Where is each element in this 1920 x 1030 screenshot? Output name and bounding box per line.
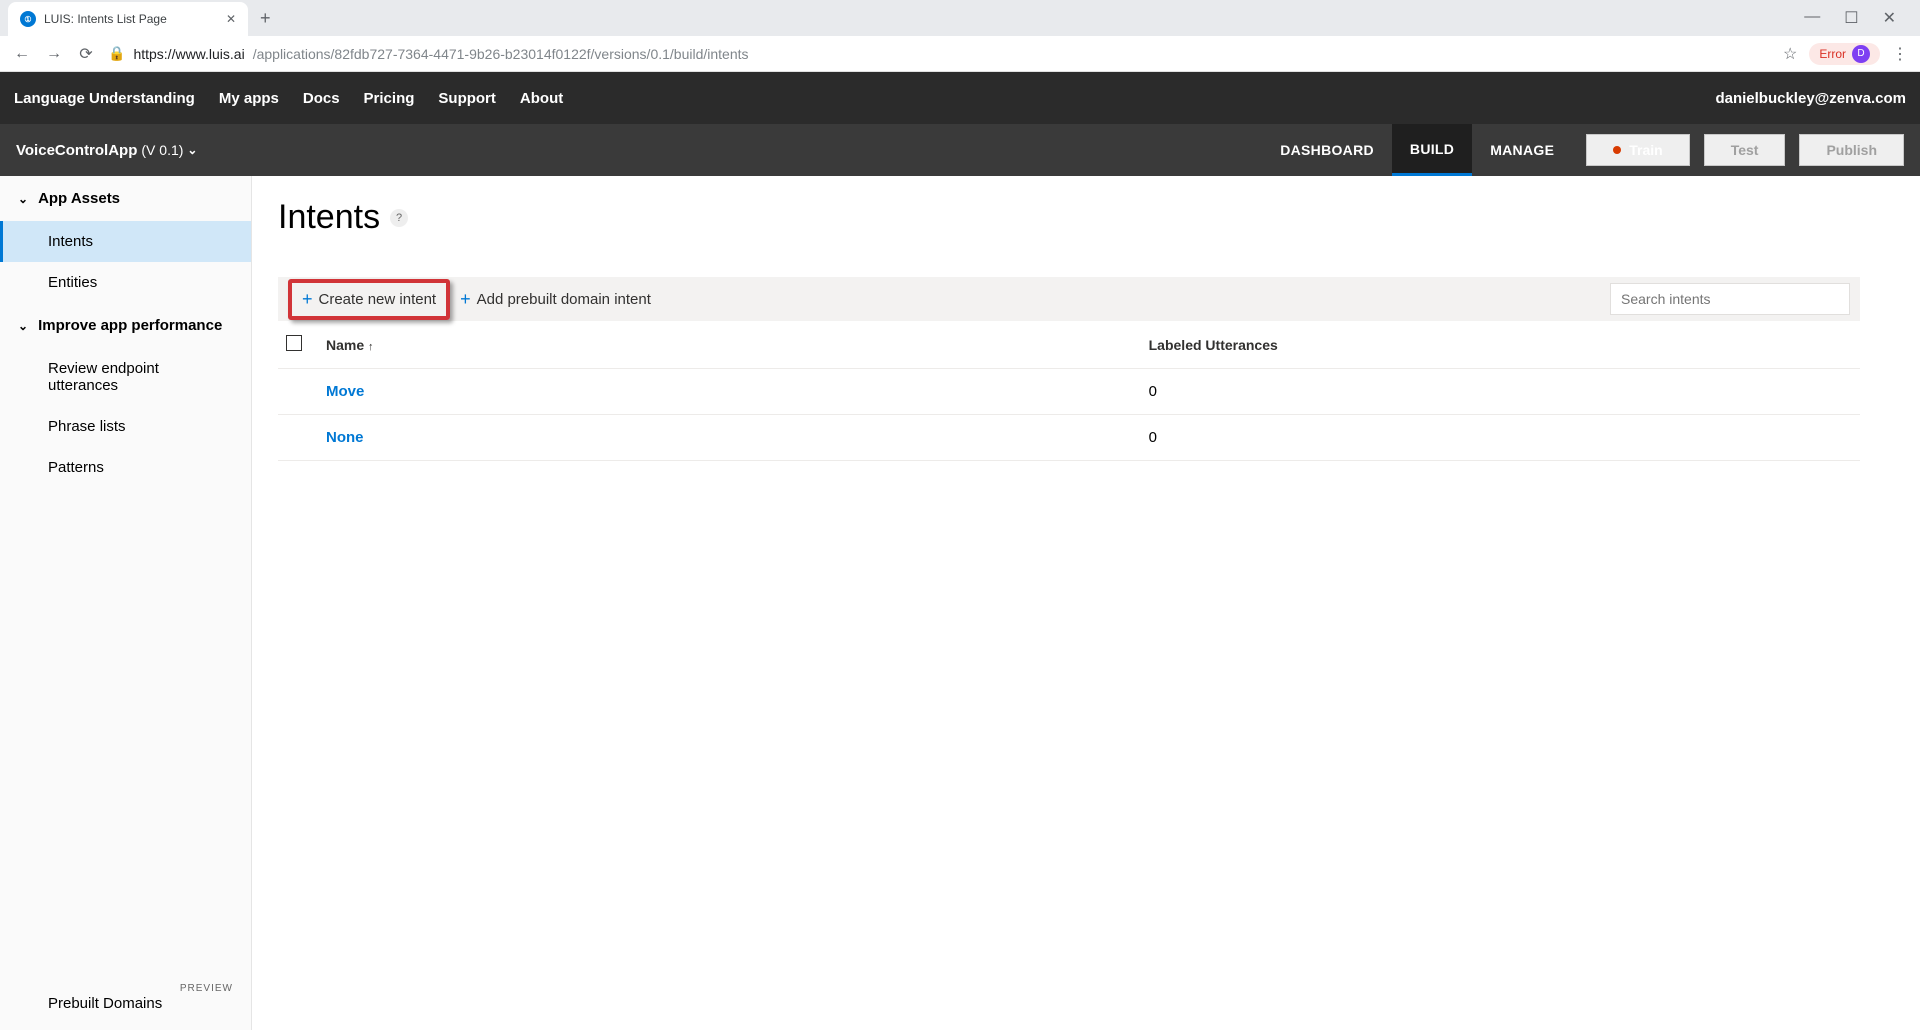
sidebar-group-improve[interactable]: ⌄ Improve app performance bbox=[0, 303, 251, 348]
preview-tag: PREVIEW bbox=[180, 983, 233, 994]
sidebar-item-review[interactable]: Review endpoint utterances bbox=[0, 348, 251, 406]
chevron-down-icon: ⌄ bbox=[18, 319, 28, 333]
page-title: Intents ? bbox=[278, 198, 1860, 237]
nav-support[interactable]: Support bbox=[438, 90, 496, 107]
top-nav: Language Understanding My apps Docs Pric… bbox=[0, 72, 1920, 124]
url-field[interactable]: 🔒 https://www.luis.ai/applications/82fdb… bbox=[108, 45, 1771, 62]
utterance-count: 0 bbox=[1141, 415, 1860, 461]
avatar: D bbox=[1852, 45, 1870, 63]
train-button[interactable]: Train bbox=[1586, 134, 1689, 166]
brand[interactable]: Language Understanding bbox=[14, 90, 195, 107]
select-all-checkbox[interactable] bbox=[286, 335, 302, 351]
status-dot-icon bbox=[1613, 146, 1621, 154]
nav-myapps[interactable]: My apps bbox=[219, 90, 279, 107]
app-version: (V 0.1) bbox=[141, 142, 183, 158]
star-icon[interactable]: ☆ bbox=[1783, 44, 1797, 64]
browser-tabbar: ① LUIS: Intents List Page ✕ + — ☐ ✕ bbox=[0, 0, 1920, 36]
window-controls: — ☐ ✕ bbox=[1804, 8, 1912, 28]
toolbar: + Create new intent + Add prebuilt domai… bbox=[278, 277, 1860, 321]
url-path: /applications/82fdb727-7364-4471-9b26-b2… bbox=[253, 46, 749, 62]
intent-link[interactable]: None bbox=[318, 415, 1141, 461]
col-name[interactable]: Name ↑ bbox=[326, 337, 374, 353]
lock-icon: 🔒 bbox=[108, 45, 125, 62]
plus-icon: + bbox=[460, 289, 471, 310]
app-name: VoiceControlApp bbox=[16, 142, 137, 159]
sidebar-item-patterns[interactable]: Patterns bbox=[0, 447, 251, 488]
reload-icon[interactable]: ⟳ bbox=[76, 44, 96, 64]
sidebar: ⌄ App Assets Intents Entities ⌄ Improve … bbox=[0, 176, 252, 1030]
help-icon[interactable]: ? bbox=[390, 209, 408, 227]
newtab-button[interactable]: + bbox=[260, 8, 271, 29]
sidebar-item-phrase[interactable]: Phrase lists bbox=[0, 406, 251, 447]
minimize-icon[interactable]: — bbox=[1804, 8, 1820, 28]
chevron-down-icon: ⌄ bbox=[18, 192, 28, 206]
add-prebuilt-button[interactable]: + Add prebuilt domain intent bbox=[450, 283, 661, 316]
search-input[interactable] bbox=[1610, 283, 1850, 315]
favicon: ① bbox=[20, 11, 36, 27]
plus-icon: + bbox=[302, 289, 313, 310]
sidebar-item-intents[interactable]: Intents bbox=[0, 221, 251, 262]
nav-docs[interactable]: Docs bbox=[303, 90, 340, 107]
main-content: Intents ? + Create new intent + Add preb… bbox=[252, 176, 1920, 1030]
intent-link[interactable]: Move bbox=[318, 369, 1141, 415]
sub-nav: VoiceControlApp (V 0.1) ⌄ DASHBOARD BUIL… bbox=[0, 124, 1920, 176]
sort-asc-icon: ↑ bbox=[368, 341, 374, 353]
intents-table: Name ↑ Labeled Utterances Move 0 None 0 bbox=[278, 321, 1860, 461]
nav-about[interactable]: About bbox=[520, 90, 563, 107]
close-window-icon[interactable]: ✕ bbox=[1883, 8, 1896, 28]
forward-icon[interactable]: → bbox=[44, 45, 64, 63]
close-icon[interactable]: ✕ bbox=[226, 12, 236, 26]
chevron-down-icon: ⌄ bbox=[187, 143, 197, 157]
url-host: https://www.luis.ai bbox=[133, 46, 244, 62]
kebab-icon[interactable]: ⋮ bbox=[1892, 44, 1908, 64]
table-row: None 0 bbox=[278, 415, 1860, 461]
tab-build[interactable]: BUILD bbox=[1392, 124, 1472, 176]
browser-tab[interactable]: ① LUIS: Intents List Page ✕ bbox=[8, 2, 248, 36]
sidebar-item-prebuilt[interactable]: PREVIEW Prebuilt Domains bbox=[0, 987, 251, 1030]
test-button[interactable]: Test bbox=[1704, 134, 1786, 166]
col-utterances[interactable]: Labeled Utterances bbox=[1141, 321, 1860, 369]
table-row: Move 0 bbox=[278, 369, 1860, 415]
sidebar-item-entities[interactable]: Entities bbox=[0, 262, 251, 303]
user-email[interactable]: danielbuckley@zenva.com bbox=[1715, 90, 1906, 107]
back-icon[interactable]: ← bbox=[12, 45, 32, 63]
maximize-icon[interactable]: ☐ bbox=[1844, 8, 1858, 28]
app-selector[interactable]: VoiceControlApp (V 0.1) ⌄ bbox=[16, 142, 197, 159]
tab-manage[interactable]: MANAGE bbox=[1472, 124, 1572, 176]
tab-title: LUIS: Intents List Page bbox=[44, 12, 167, 26]
create-intent-button[interactable]: + Create new intent bbox=[288, 279, 450, 320]
tab-dashboard[interactable]: DASHBOARD bbox=[1262, 124, 1392, 176]
sidebar-group-assets[interactable]: ⌄ App Assets bbox=[0, 176, 251, 221]
error-badge[interactable]: Error D bbox=[1809, 43, 1880, 65]
utterance-count: 0 bbox=[1141, 369, 1860, 415]
publish-button[interactable]: Publish bbox=[1799, 134, 1904, 166]
nav-pricing[interactable]: Pricing bbox=[364, 90, 415, 107]
address-bar: ← → ⟳ 🔒 https://www.luis.ai/applications… bbox=[0, 36, 1920, 72]
